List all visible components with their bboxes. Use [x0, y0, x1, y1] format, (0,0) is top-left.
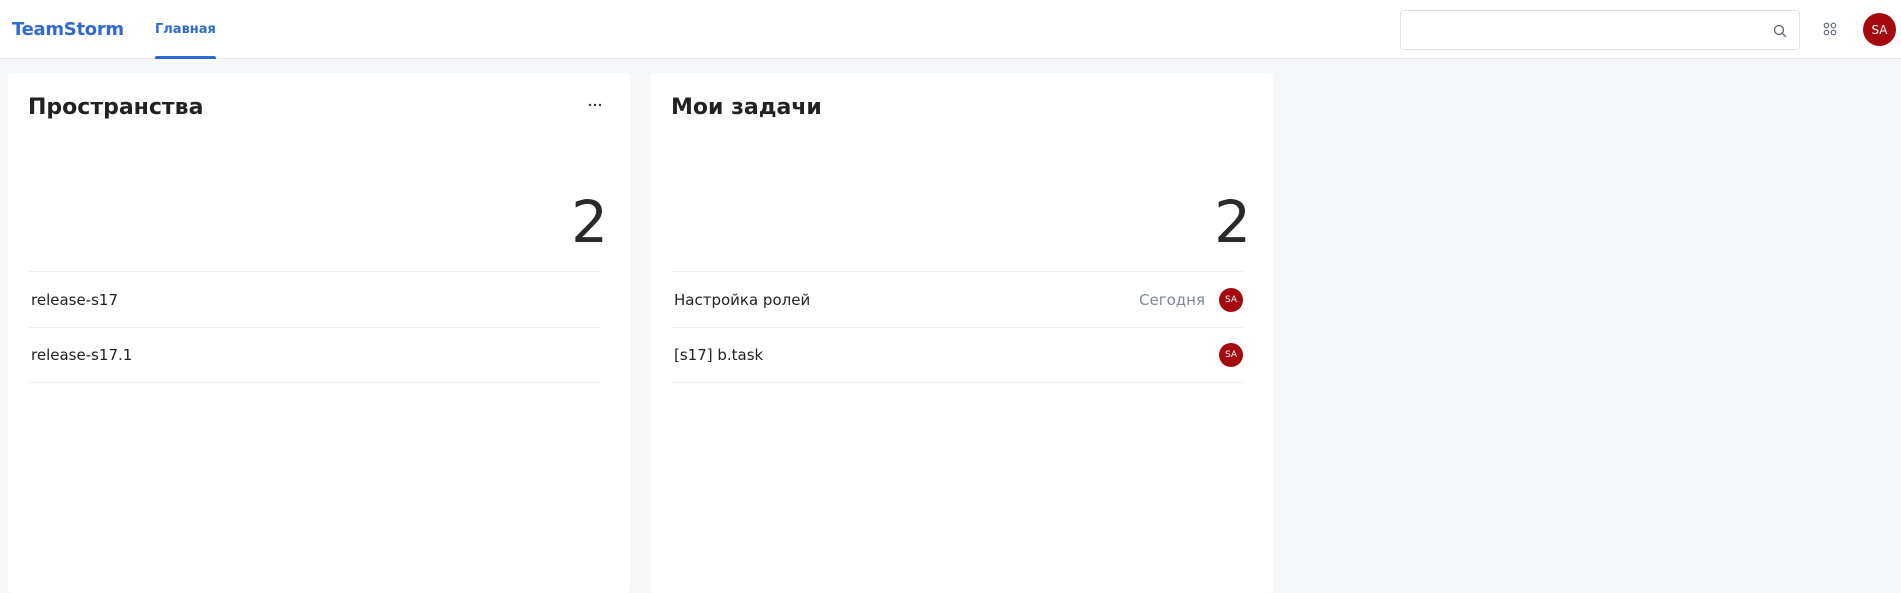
tasks-title: Мои задачи	[671, 95, 822, 120]
task-name: [s17] b.task	[674, 346, 764, 364]
list-item[interactable]: release-s17.1	[28, 327, 600, 383]
user-avatar[interactable]: SA	[1863, 13, 1896, 46]
search-icon[interactable]	[1773, 24, 1787, 38]
task-due-date: Сегодня	[1139, 290, 1205, 309]
space-name: release-s17	[31, 290, 119, 309]
space-name: release-s17.1	[31, 346, 133, 364]
list-item[interactable]: [s17] b.task SA	[671, 327, 1243, 383]
spaces-list: release-s17 release-s17.1	[28, 271, 600, 383]
assignee-avatar: SA	[1219, 343, 1243, 367]
tasks-list: Настройка ролей Сегодня SA [s17] b.task …	[671, 271, 1243, 383]
list-item[interactable]: Настройка ролей Сегодня SA	[671, 271, 1243, 327]
nav-tab-home-label: Главная	[155, 22, 216, 37]
spaces-count: 2	[571, 188, 608, 256]
spaces-card: Пространства 2 release-s17 release-s17.1	[8, 73, 630, 593]
assignee-avatar: SA	[1219, 287, 1243, 312]
my-tasks-card: Мои задачи 2 Настройка ролей Сегодня SA …	[651, 73, 1273, 593]
list-item[interactable]: release-s17	[28, 271, 600, 327]
top-bar: TeamStorm Главная SA	[0, 0, 1901, 59]
search-input[interactable]	[1401, 11, 1761, 49]
nav-tab-home[interactable]: Главная	[155, 0, 216, 59]
app-logo[interactable]: TeamStorm	[12, 19, 124, 40]
active-tab-indicator	[155, 56, 216, 59]
tasks-count: 2	[1214, 188, 1251, 256]
more-horizontal-icon[interactable]	[586, 100, 604, 110]
search-box[interactable]	[1400, 10, 1800, 50]
apps-grid-icon[interactable]	[1823, 22, 1837, 36]
task-name: Настройка ролей	[674, 290, 811, 309]
spaces-title: Пространства	[28, 95, 204, 120]
